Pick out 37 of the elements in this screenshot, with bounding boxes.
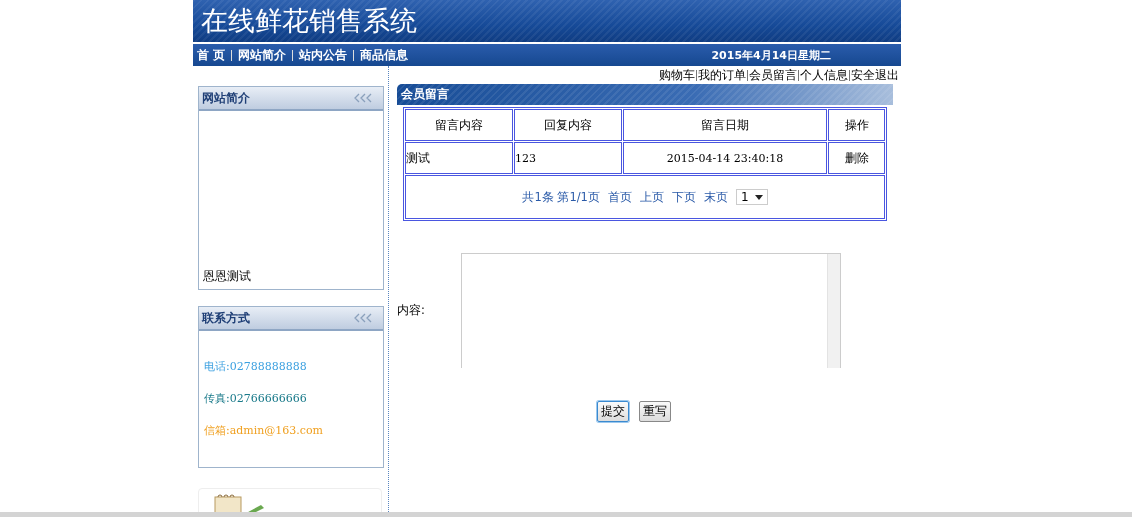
page-select[interactable]: 1 xyxy=(735,189,768,205)
nav-link[interactable]: 商品信息 xyxy=(360,46,409,64)
form-button[interactable]: 重写 xyxy=(639,401,671,422)
content-label: 内容: xyxy=(397,303,426,318)
user-link[interactable]: 个人信息 xyxy=(800,67,848,83)
column-header: 留言内容 xyxy=(405,109,513,141)
column-header: 操作 xyxy=(828,109,885,141)
user-link[interactable]: 我的订单 xyxy=(698,67,746,83)
table-cell: 2015-04-14 23:40:18 xyxy=(623,142,827,174)
pager-link[interactable]: 上页 xyxy=(639,189,664,205)
table-cell: 测试 xyxy=(405,142,513,174)
nav-link[interactable]: 网站简介 xyxy=(238,46,287,64)
site-title: 在线鲜花销售系统 xyxy=(201,4,417,38)
user-link[interactable]: 购物车 xyxy=(659,67,695,83)
nav-link[interactable]: 站内公告 xyxy=(299,46,348,64)
pager-summary: 共1条 第1/1页 xyxy=(522,189,600,205)
date-text: 2015年4月14日星期二 xyxy=(711,47,831,63)
pager-link[interactable]: 下页 xyxy=(671,189,696,205)
form-button[interactable]: 提交 xyxy=(597,401,629,422)
content-field[interactable] xyxy=(461,253,841,368)
contact-text: 电话:02788888888 xyxy=(204,359,308,374)
panel-title: 联系方式 xyxy=(202,309,250,327)
pager-link[interactable]: 末页 xyxy=(703,189,728,205)
section-title: 会员留言 xyxy=(401,86,449,103)
panel-title: 网站简介 xyxy=(202,89,250,107)
intro-text: 恩恩测试 xyxy=(203,268,251,285)
user-link[interactable]: 安全退出 xyxy=(851,67,899,83)
pager-link[interactable]: 首页 xyxy=(607,189,632,205)
column-header: 留言日期 xyxy=(623,109,827,141)
column-header: 回复内容 xyxy=(514,109,622,141)
caret-icon xyxy=(754,194,763,200)
user-link[interactable]: 会员留言 xyxy=(749,67,797,83)
contact-text: 信箱:admin@163.com xyxy=(204,423,325,438)
scrollbar[interactable] xyxy=(827,254,840,368)
nav-link[interactable]: 首 页 xyxy=(197,46,226,64)
table-cell: 123 xyxy=(514,142,622,174)
contact-text: 传真:02766666666 xyxy=(204,391,308,406)
